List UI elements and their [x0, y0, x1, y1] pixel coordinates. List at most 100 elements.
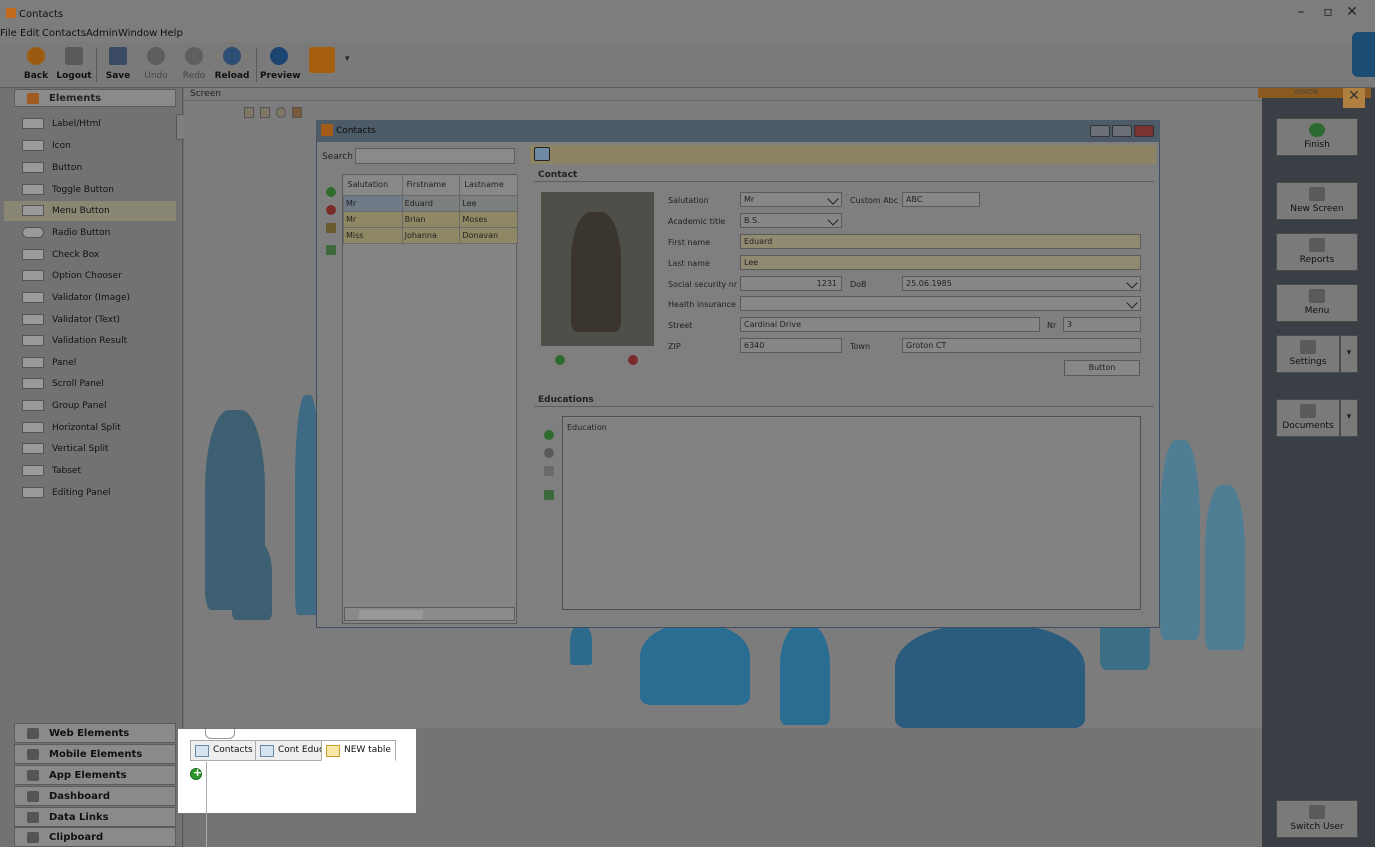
menu-contacts[interactable]: Contacts — [42, 28, 86, 39]
last-name-input[interactable]: Lee — [740, 255, 1141, 270]
element-validator-text[interactable]: Validator (Text) — [4, 310, 176, 330]
element-editing-panel[interactable]: Editing Panel — [4, 483, 176, 503]
export-icon[interactable] — [544, 490, 554, 500]
logout-button[interactable]: Logout — [55, 47, 93, 87]
table-cell[interactable]: Mr — [343, 210, 403, 228]
menu-file[interactable]: File — [0, 28, 17, 39]
element-validation-result[interactable]: Validation Result — [4, 331, 176, 351]
section-clipboard[interactable]: Clipboard — [14, 827, 176, 847]
ssn-input[interactable]: 1231 — [740, 276, 842, 291]
close-button[interactable]: ✕ — [1340, 4, 1364, 20]
element-menu-button[interactable]: Menu Button — [4, 201, 176, 221]
edit-icon[interactable] — [534, 147, 550, 161]
preview-button[interactable]: Preview — [260, 47, 301, 87]
remove-photo-icon[interactable] — [628, 355, 638, 365]
mobile-icon[interactable] — [260, 107, 270, 118]
nr-input[interactable]: 3 — [1063, 317, 1141, 332]
table-cell[interactable]: Moses — [459, 210, 518, 228]
column-header[interactable]: Firstname — [402, 175, 461, 195]
element-check-box[interactable]: Check Box — [4, 245, 176, 265]
element-option-chooser[interactable]: Option Chooser — [4, 266, 176, 286]
section-app-elements[interactable]: App Elements — [14, 765, 176, 785]
element-horizontal-split[interactable]: Horizontal Split — [4, 418, 176, 438]
menu-help[interactable]: Help — [160, 28, 183, 39]
add-table-icon[interactable] — [190, 766, 202, 780]
settings-button[interactable]: Settings — [1276, 335, 1340, 373]
table-cell[interactable]: Lee — [459, 194, 518, 212]
zip-input[interactable]: 6340 — [740, 338, 842, 353]
add-photo-icon[interactable] — [555, 355, 565, 365]
section-dashboard[interactable]: Dashboard — [14, 786, 176, 806]
screen-tab[interactable]: Screen — [184, 89, 1262, 101]
town-input[interactable]: Groton CT — [902, 338, 1141, 353]
add-icon[interactable] — [544, 430, 554, 440]
chevron-down-icon[interactable]: ▾ — [345, 54, 350, 64]
health-insurance-select[interactable] — [740, 296, 1141, 311]
elements-header[interactable]: Elements — [14, 89, 176, 107]
finish-button[interactable]: Finish — [1276, 118, 1358, 156]
back-button[interactable]: Back — [17, 47, 55, 87]
element-icon[interactable]: Icon — [4, 136, 176, 156]
new-screen-button[interactable]: New Screen — [1276, 182, 1358, 220]
section-web-elements[interactable]: Web Elements — [14, 723, 176, 743]
reload-button[interactable]: Reload — [213, 47, 251, 87]
element-radio-button[interactable]: Radio Button — [4, 223, 176, 243]
column-header[interactable]: Lastname — [459, 175, 518, 195]
table-cell[interactable]: Eduard — [401, 194, 461, 212]
dialog-minimize-button[interactable] — [1090, 125, 1110, 137]
search-input[interactable] — [355, 148, 515, 164]
delete-icon[interactable] — [326, 205, 336, 215]
scroll-thumb[interactable] — [359, 610, 423, 619]
column-header[interactable]: Salutation — [343, 175, 403, 195]
academic-title-select[interactable]: B.S. — [740, 213, 842, 228]
table-cell[interactable]: Johanna — [401, 226, 461, 244]
table-row[interactable]: Mr Brian Moses — [343, 210, 518, 228]
maximize-button[interactable]: ▫ — [1316, 4, 1340, 20]
table-cell[interactable]: Brian — [401, 210, 461, 228]
element-panel[interactable]: Panel — [4, 353, 176, 373]
table-cell[interactable]: Mr — [343, 194, 403, 212]
dob-datepicker[interactable]: 25.06.1985 — [902, 276, 1141, 291]
element-tabset[interactable]: Tabset — [4, 461, 176, 481]
education-table[interactable]: Education — [562, 416, 1141, 610]
redo-button[interactable]: Redo — [175, 47, 213, 87]
documents-button[interactable]: Documents — [1276, 399, 1340, 437]
first-name-input[interactable]: Eduard — [740, 234, 1141, 249]
element-scroll-panel[interactable]: Scroll Panel — [4, 374, 176, 394]
menu-admin[interactable]: Admin — [86, 28, 118, 39]
column-header[interactable]: Education — [567, 423, 607, 432]
trash-icon[interactable] — [244, 107, 254, 118]
pencil-icon[interactable] — [544, 466, 554, 476]
section-mobile-elements[interactable]: Mobile Elements — [14, 744, 176, 764]
undo-button[interactable]: Undo — [137, 47, 175, 87]
export-icon[interactable] — [326, 245, 336, 255]
tab-contacts[interactable]: Contacts — [190, 740, 258, 761]
salutation-select[interactable]: Mr — [740, 192, 842, 207]
menu-window[interactable]: Window — [118, 28, 157, 39]
globe-icon[interactable] — [276, 107, 286, 118]
element-button[interactable]: Button — [4, 158, 176, 178]
table-cell[interactable]: Miss — [343, 226, 403, 244]
dialog-title-bar[interactable]: Contacts — [316, 120, 1160, 142]
tab-cont-educ[interactable]: Cont Educ — [255, 740, 329, 761]
horizontal-scrollbar[interactable] — [344, 607, 515, 621]
dialog-maximize-button[interactable] — [1112, 125, 1132, 137]
save-button[interactable]: Save — [99, 47, 137, 87]
element-group-panel[interactable]: Group Panel — [4, 396, 176, 416]
side-tab[interactable] — [1352, 32, 1375, 77]
section-data-links[interactable]: Data Links — [14, 807, 176, 827]
pencil-icon[interactable] — [292, 107, 302, 118]
reports-button[interactable]: Reports — [1276, 233, 1358, 271]
table-row[interactable]: Mr Eduard Lee — [343, 194, 518, 212]
menu-edit[interactable]: Edit — [20, 28, 39, 39]
delete-icon[interactable] — [544, 448, 554, 458]
logo-menu-button[interactable] — [303, 47, 341, 87]
pencil-icon[interactable] — [326, 223, 336, 233]
switch-user-button[interactable]: Switch User — [1276, 800, 1358, 838]
element-validator-image[interactable]: Validator (Image) — [4, 288, 176, 308]
menu-button[interactable]: Menu — [1276, 284, 1358, 322]
table-row[interactable]: Miss Johanna Donavan — [343, 226, 518, 244]
x-logo-icon[interactable]: ✕ — [1343, 88, 1365, 108]
documents-dropdown-arrow[interactable]: ▾ — [1340, 399, 1358, 437]
element-vertical-split[interactable]: Vertical Split — [4, 439, 176, 459]
